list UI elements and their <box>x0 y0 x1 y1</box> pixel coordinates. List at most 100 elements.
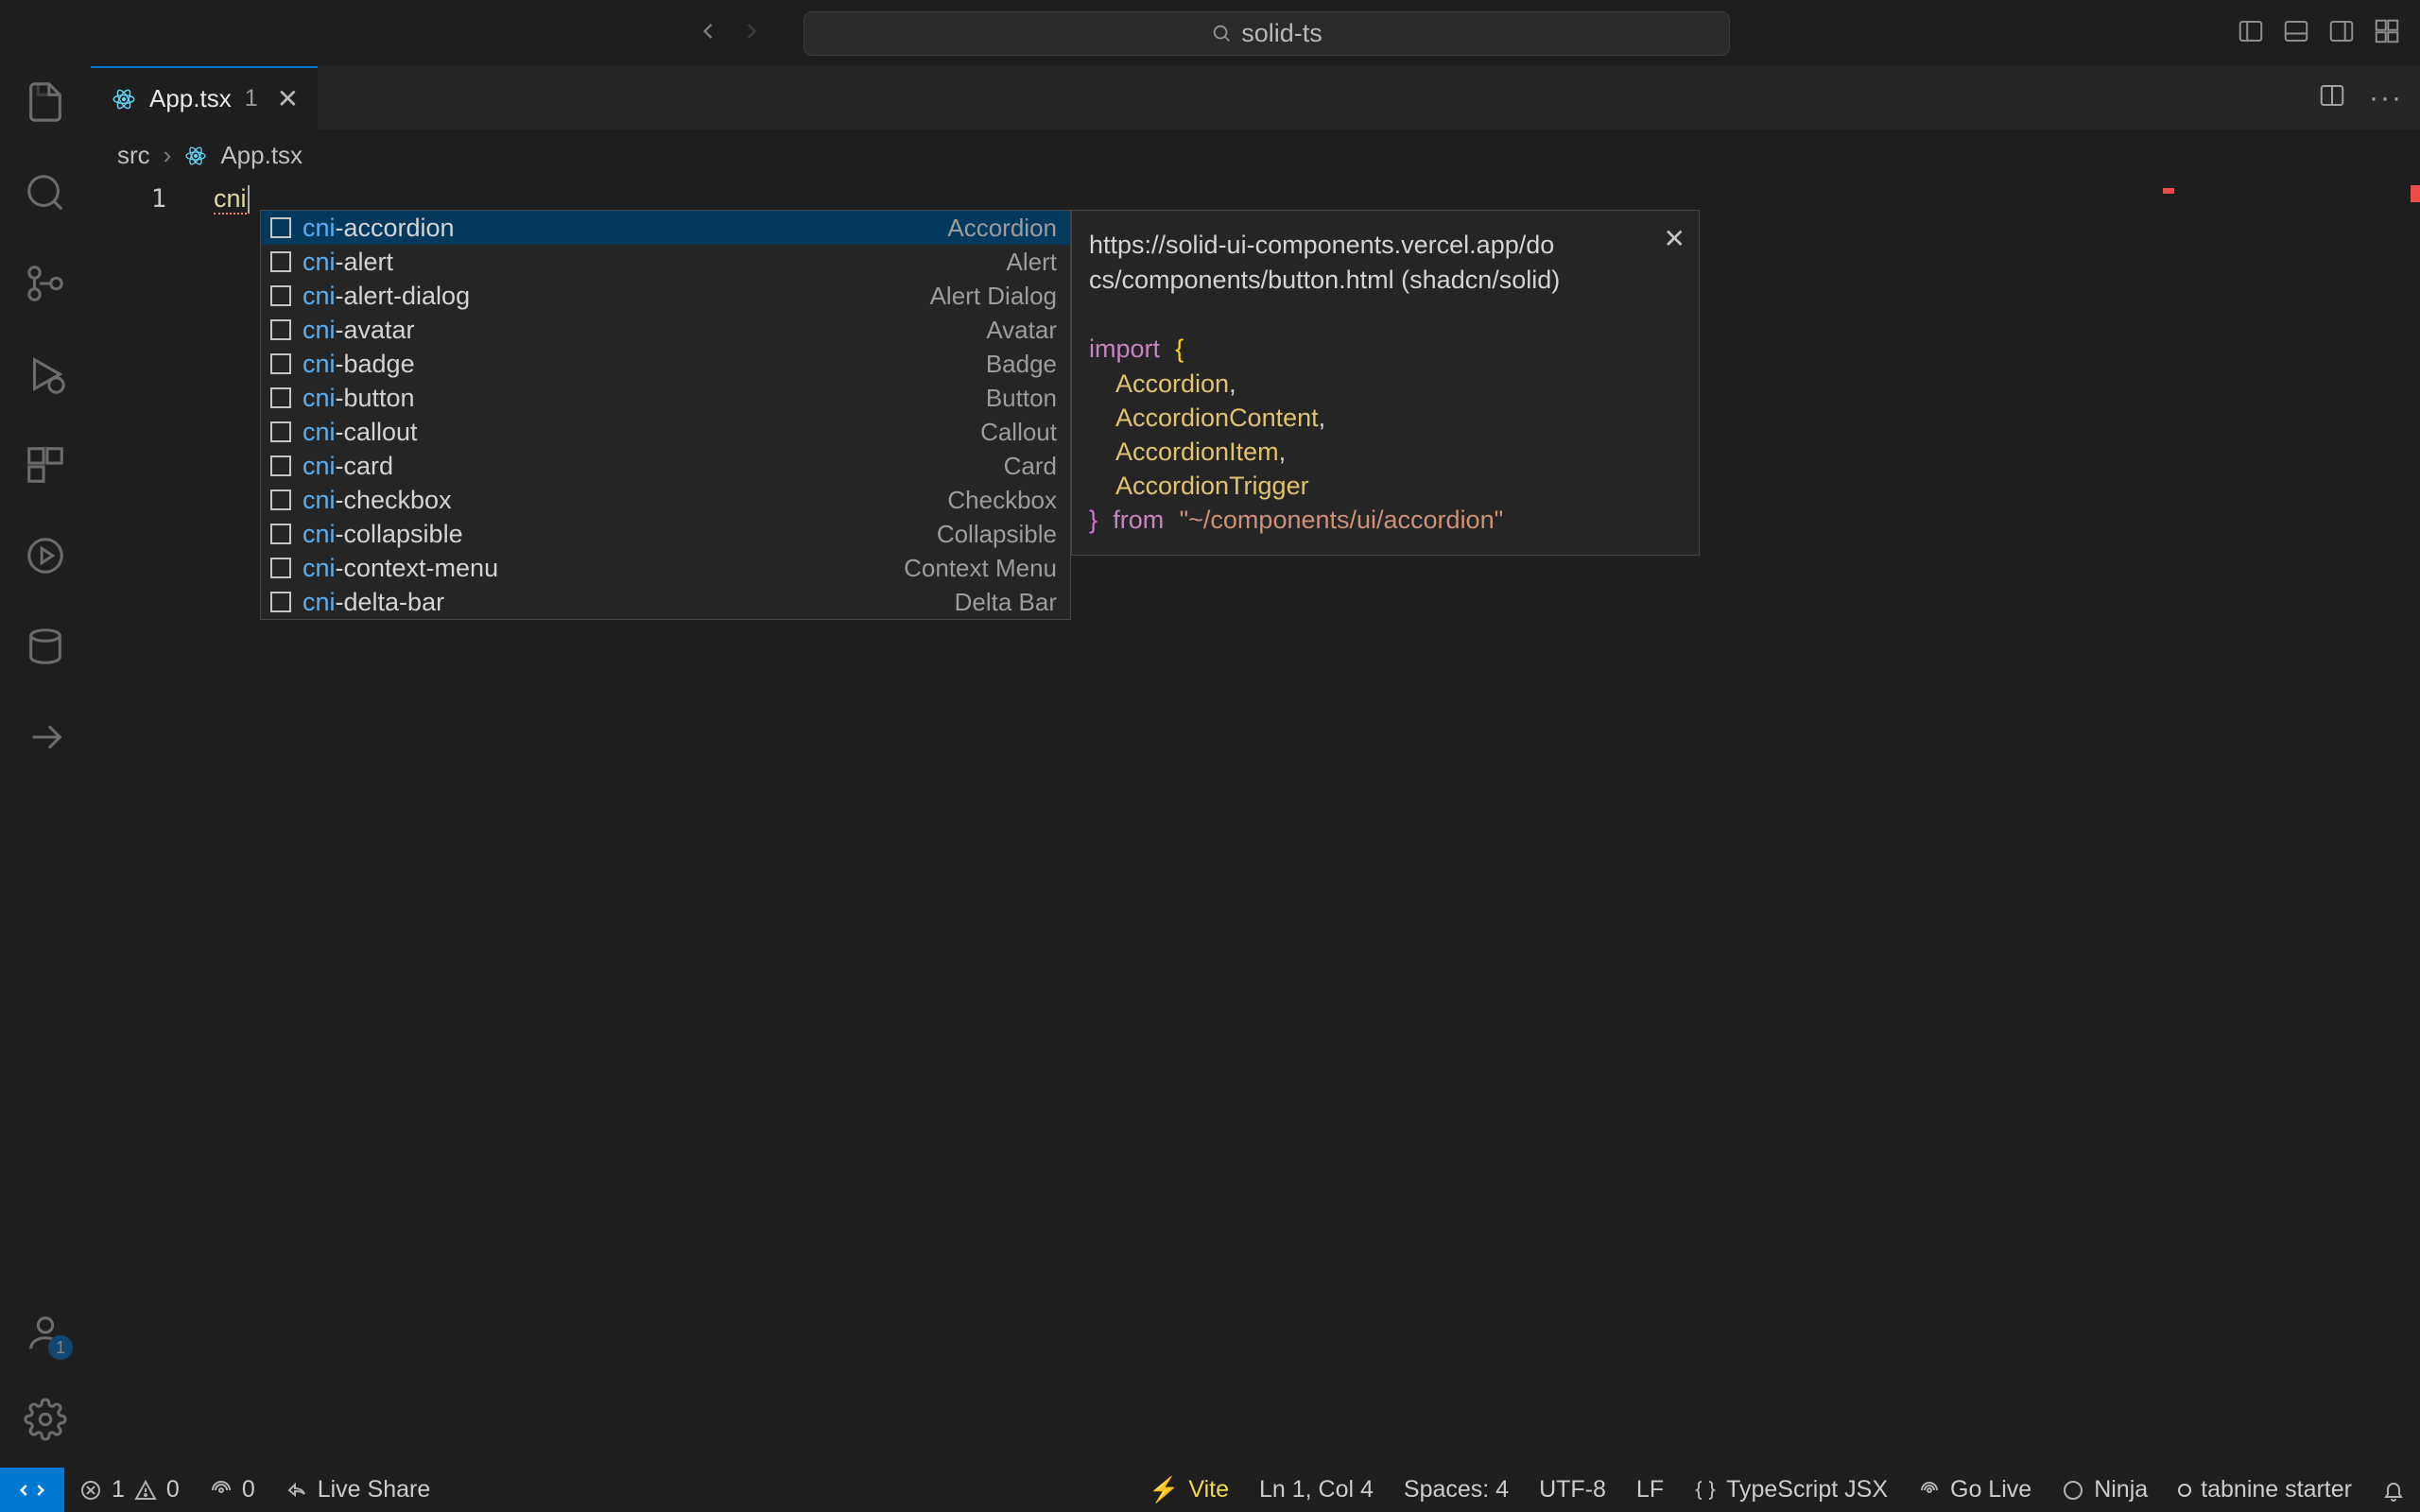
snippet-icon <box>270 558 291 578</box>
ninja-icon <box>2062 1479 2084 1502</box>
close-docs-icon[interactable]: ✕ <box>1664 222 1685 256</box>
suggest-item[interactable]: cni-avatarAvatar <box>261 313 1070 347</box>
editor-actions: ··· <box>2318 66 2403 129</box>
tab-close-icon[interactable]: ✕ <box>277 83 299 114</box>
suggest-detail: Collapsible <box>937 520 1057 549</box>
suggest-detail: Avatar <box>986 316 1057 345</box>
command-center[interactable]: solid-ts <box>804 11 1730 56</box>
bolt-icon: ⚡ <box>1149 1475 1179 1504</box>
go-live-status[interactable]: Go Live <box>1903 1468 2047 1512</box>
suggest-label: cni-alert-dialog <box>302 282 930 311</box>
line-number: 1 <box>91 181 197 214</box>
encoding-status[interactable]: UTF-8 <box>1524 1468 1621 1512</box>
suggest-item[interactable]: cni-collapsibleCollapsible <box>261 517 1070 551</box>
breadcrumb[interactable]: src › App.tsx <box>0 129 2420 181</box>
suggest-item[interactable]: cni-calloutCallout <box>261 415 1070 449</box>
indentation-status[interactable]: Spaces: 4 <box>1389 1468 1524 1512</box>
suggest-item[interactable]: cni-alertAlert <box>261 245 1070 279</box>
doc-ident-1: AccordionContent <box>1115 404 1319 432</box>
split-editor-icon[interactable] <box>2318 81 2346 114</box>
tab-filename: App.tsx <box>149 84 232 113</box>
search-icon <box>1211 23 1232 43</box>
snippet-icon <box>270 524 291 544</box>
doc-ident-3: AccordionTrigger <box>1115 472 1309 500</box>
toggle-primary-sidebar-icon[interactable] <box>2237 17 2265 50</box>
suggest-item[interactable]: cni-cardCard <box>261 449 1070 483</box>
suggest-detail: Alert <box>1007 248 1057 277</box>
search-sidebar-icon[interactable] <box>24 171 67 215</box>
explorer-icon[interactable] <box>24 80 67 124</box>
extensions-icon[interactable] <box>24 443 67 487</box>
breadcrumb-folder[interactable]: src <box>117 141 150 170</box>
source-control-icon[interactable] <box>24 262 67 305</box>
breadcrumb-file[interactable]: App.tsx <box>220 141 302 170</box>
vite-label: Vite <box>1188 1476 1229 1503</box>
database-icon[interactable] <box>24 625 67 668</box>
suggest-item[interactable]: cni-alert-dialogAlert Dialog <box>261 279 1070 313</box>
ports-status[interactable]: 0 <box>195 1468 270 1512</box>
react-file-icon <box>112 87 136 112</box>
snippet-icon <box>270 490 291 510</box>
suggest-item[interactable]: cni-checkboxCheckbox <box>261 483 1070 517</box>
snippet-icon <box>270 217 291 238</box>
test-icon[interactable] <box>24 534 67 577</box>
suggest-label: cni-alert <box>302 248 1007 277</box>
snippet-icon <box>270 455 291 476</box>
minimap-error-marker <box>2163 188 2174 194</box>
remote-indicator[interactable] <box>0 1468 64 1512</box>
activity-bar: 1 <box>0 66 91 1468</box>
settings-gear-icon[interactable] <box>24 1398 67 1441</box>
suggest-item[interactable]: cni-delta-barDelta Bar <box>261 585 1070 619</box>
tab-bar: App.tsx 1 ✕ ··· <box>0 66 2420 129</box>
suggestion-docs: ✕ https://solid-ui-components.vercel.app… <box>1071 210 1700 556</box>
suggest-label: cni-context-menu <box>302 554 904 583</box>
suggest-label: cni-card <box>302 452 1004 481</box>
suggest-label: cni-collapsible <box>302 520 937 549</box>
suggest-label: cni-avatar <box>302 316 986 345</box>
suggest-detail: Card <box>1004 452 1057 481</box>
more-actions-icon[interactable]: ··· <box>2369 82 2403 114</box>
suggest-label: cni-callout <box>302 418 980 447</box>
suggest-item[interactable]: cni-badgeBadge <box>261 347 1070 381</box>
suggest-detail: Alert Dialog <box>930 282 1057 311</box>
live-share-status[interactable]: Live Share <box>270 1468 446 1512</box>
accounts-icon[interactable]: 1 <box>24 1311 67 1354</box>
nav-back-icon[interactable] <box>695 18 721 49</box>
nav-forward-icon[interactable] <box>738 18 765 49</box>
cursor-position[interactable]: Ln 1, Col 4 <box>1244 1468 1389 1512</box>
toggle-secondary-sidebar-icon[interactable] <box>2327 17 2356 50</box>
eol-status[interactable]: LF <box>1621 1468 1679 1512</box>
nav-arrows <box>695 18 765 49</box>
customize-layout-icon[interactable] <box>2373 17 2401 50</box>
status-bar: 1 0 0 Live Share ⚡ Vite Ln 1, Col 4 Space… <box>0 1468 2420 1512</box>
broadcast-icon <box>1918 1479 1941 1502</box>
thunder-client-icon[interactable] <box>24 715 67 759</box>
ports-count: 0 <box>242 1476 255 1503</box>
suggest-widget[interactable]: cni-accordionAccordioncni-alertAlertcni-… <box>260 210 1071 620</box>
antenna-icon <box>210 1479 233 1502</box>
suggest-item[interactable]: cni-context-menuContext Menu <box>261 551 1070 585</box>
tab-app-tsx[interactable]: App.tsx 1 ✕ <box>91 66 318 129</box>
snippet-icon <box>270 251 291 272</box>
tab-problems-badge: 1 <box>245 85 258 112</box>
suggest-item[interactable]: cni-buttonButton <box>261 381 1070 415</box>
doc-ident-2: AccordionItem <box>1115 438 1279 466</box>
vite-status[interactable]: ⚡ Vite <box>1133 1468 1244 1512</box>
toggle-panel-icon[interactable] <box>2282 17 2310 50</box>
tabnine-status[interactable]: tabnine starter <box>2163 1468 2367 1512</box>
language-mode[interactable]: TypeScript JSX <box>1679 1468 1903 1512</box>
snippet-icon <box>270 319 291 340</box>
doc-path: "~/components/ui/accordion" <box>1180 506 1504 534</box>
title-bar: solid-ts <box>0 0 2420 66</box>
suggest-detail: Callout <box>980 418 1057 447</box>
bell-icon <box>2382 1479 2405 1502</box>
layout-controls <box>2237 17 2401 50</box>
problems-status[interactable]: 1 0 <box>64 1468 195 1512</box>
code-line-1: cni <box>214 184 250 214</box>
suggest-item[interactable]: cni-accordionAccordion <box>261 211 1070 245</box>
notifications-status[interactable] <box>2367 1468 2420 1512</box>
snippet-icon <box>270 421 291 442</box>
ninja-status[interactable]: Ninja <box>2047 1468 2163 1512</box>
search-text: solid-ts <box>1241 19 1322 48</box>
run-debug-icon[interactable] <box>24 352 67 396</box>
